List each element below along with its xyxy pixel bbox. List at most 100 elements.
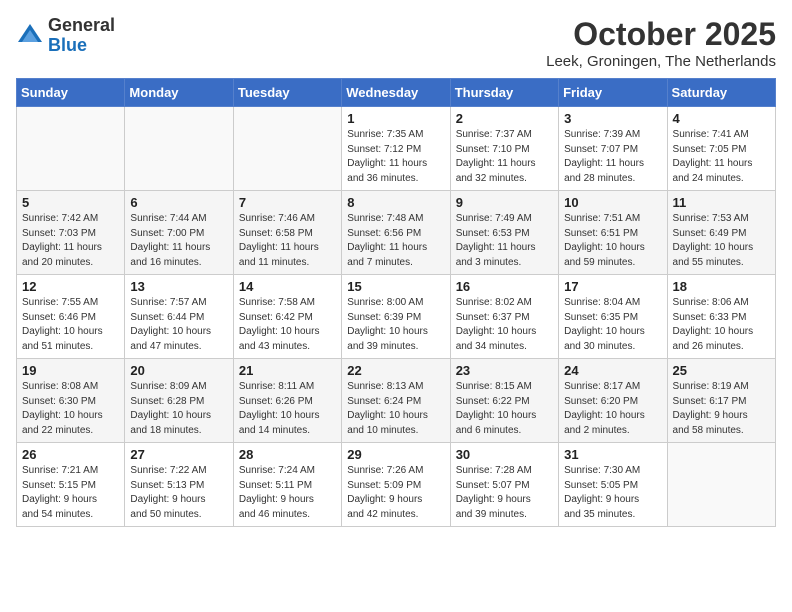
day-info: Sunrise: 8:09 AM Sunset: 6:28 PM Dayligh…	[130, 380, 227, 438]
weekday-header-saturday: Saturday	[667, 79, 775, 107]
week-row-5: 26 Sunrise: 7:21 AM Sunset: 5:15 PM Dayli…	[17, 443, 776, 527]
calendar-cell: 24 Sunrise: 8:17 AM Sunset: 6:20 PM Dayli…	[559, 359, 667, 443]
day-info: Sunrise: 7:39 AM Sunset: 7:07 PM Dayligh…	[564, 128, 661, 186]
weekday-header-thursday: Thursday	[450, 79, 558, 107]
calendar-cell: 19 Sunrise: 8:08 AM Sunset: 6:30 PM Dayli…	[17, 359, 125, 443]
calendar-cell: 11Sunrise: 7:53 AM Sunset: 6:49 PM Dayli…	[667, 191, 775, 275]
day-number: 14	[239, 279, 336, 294]
week-row-4: 19 Sunrise: 8:08 AM Sunset: 6:30 PM Dayli…	[17, 359, 776, 443]
day-number: 22	[347, 363, 444, 378]
day-info: Sunrise: 8:00 AM Sunset: 6:39 PM Dayligh…	[347, 296, 444, 354]
day-info: Sunrise: 7:26 AM Sunset: 5:09 PM Dayligh…	[347, 464, 444, 522]
day-info: Sunrise: 8:04 AM Sunset: 6:35 PM Dayligh…	[564, 296, 661, 354]
day-info: Sunrise: 7:22 AM Sunset: 5:13 PM Dayligh…	[130, 464, 227, 522]
day-info: Sunrise: 8:02 AM Sunset: 6:37 PM Dayligh…	[456, 296, 553, 354]
calendar-cell: 4 Sunrise: 7:41 AM Sunset: 7:05 PM Daylig…	[667, 107, 775, 191]
calendar-cell	[17, 107, 125, 191]
day-info: Sunrise: 7:37 AM Sunset: 7:10 PM Dayligh…	[456, 128, 553, 186]
day-number: 15	[347, 279, 444, 294]
month-title: October 2025	[546, 16, 776, 53]
day-number: 7	[239, 195, 336, 210]
day-number: 25	[673, 363, 770, 378]
day-info: Sunrise: 8:17 AM Sunset: 6:20 PM Dayligh…	[564, 380, 661, 438]
calendar-cell: 17Sunrise: 8:04 AM Sunset: 6:35 PM Dayli…	[559, 275, 667, 359]
day-number: 10	[564, 195, 661, 210]
calendar-cell	[233, 107, 341, 191]
day-info: Sunrise: 7:55 AM Sunset: 6:46 PM Dayligh…	[22, 296, 119, 354]
day-info: Sunrise: 8:08 AM Sunset: 6:30 PM Dayligh…	[22, 380, 119, 438]
day-info: Sunrise: 8:15 AM Sunset: 6:22 PM Dayligh…	[456, 380, 553, 438]
day-info: Sunrise: 7:53 AM Sunset: 6:49 PM Dayligh…	[673, 212, 770, 270]
day-info: Sunrise: 8:19 AM Sunset: 6:17 PM Dayligh…	[673, 380, 770, 438]
calendar-cell: 20 Sunrise: 8:09 AM Sunset: 6:28 PM Dayli…	[125, 359, 233, 443]
calendar-cell: 5 Sunrise: 7:42 AM Sunset: 7:03 PM Daylig…	[17, 191, 125, 275]
calendar-cell: 29 Sunrise: 7:26 AM Sunset: 5:09 PM Dayli…	[342, 443, 450, 527]
calendar-cell: 26 Sunrise: 7:21 AM Sunset: 5:15 PM Dayli…	[17, 443, 125, 527]
day-number: 2	[456, 111, 553, 126]
weekday-header-monday: Monday	[125, 79, 233, 107]
logo-text: General Blue	[48, 16, 115, 56]
day-number: 29	[347, 447, 444, 462]
day-number: 24	[564, 363, 661, 378]
calendar-cell: 23 Sunrise: 8:15 AM Sunset: 6:22 PM Dayli…	[450, 359, 558, 443]
day-number: 16	[456, 279, 553, 294]
day-info: Sunrise: 7:35 AM Sunset: 7:12 PM Dayligh…	[347, 128, 444, 186]
calendar-cell: 9Sunrise: 7:49 AM Sunset: 6:53 PM Daylig…	[450, 191, 558, 275]
calendar-cell: 10 Sunrise: 7:51 AM Sunset: 6:51 PM Dayli…	[559, 191, 667, 275]
logo-general: General	[48, 15, 115, 35]
day-info: Sunrise: 8:13 AM Sunset: 6:24 PM Dayligh…	[347, 380, 444, 438]
calendar-cell: 14Sunrise: 7:58 AM Sunset: 6:42 PM Dayli…	[233, 275, 341, 359]
weekday-header-friday: Friday	[559, 79, 667, 107]
day-number: 13	[130, 279, 227, 294]
day-number: 3	[564, 111, 661, 126]
calendar-cell: 15 Sunrise: 8:00 AM Sunset: 6:39 PM Dayli…	[342, 275, 450, 359]
logo: General Blue	[16, 16, 115, 56]
day-info: Sunrise: 7:49 AM Sunset: 6:53 PM Dayligh…	[456, 212, 553, 270]
weekday-header-row: SundayMondayTuesdayWednesdayThursdayFrid…	[17, 79, 776, 107]
calendar: SundayMondayTuesdayWednesdayThursdayFrid…	[16, 78, 776, 527]
day-info: Sunrise: 7:48 AM Sunset: 6:56 PM Dayligh…	[347, 212, 444, 270]
week-row-1: 1 Sunrise: 7:35 AM Sunset: 7:12 PM Daylig…	[17, 107, 776, 191]
calendar-cell	[667, 443, 775, 527]
calendar-cell: 12 Sunrise: 7:55 AM Sunset: 6:46 PM Dayli…	[17, 275, 125, 359]
day-number: 23	[456, 363, 553, 378]
calendar-cell: 3 Sunrise: 7:39 AM Sunset: 7:07 PM Daylig…	[559, 107, 667, 191]
calendar-cell: 21Sunrise: 8:11 AM Sunset: 6:26 PM Dayli…	[233, 359, 341, 443]
day-number: 4	[673, 111, 770, 126]
day-info: Sunrise: 7:41 AM Sunset: 7:05 PM Dayligh…	[673, 128, 770, 186]
calendar-cell: 16 Sunrise: 8:02 AM Sunset: 6:37 PM Dayli…	[450, 275, 558, 359]
calendar-cell: 8 Sunrise: 7:48 AM Sunset: 6:56 PM Daylig…	[342, 191, 450, 275]
week-row-3: 12 Sunrise: 7:55 AM Sunset: 6:46 PM Dayli…	[17, 275, 776, 359]
day-number: 6	[130, 195, 227, 210]
title-block: October 2025 Leek, Groningen, The Nether…	[546, 16, 776, 70]
calendar-cell: 7Sunrise: 7:46 AM Sunset: 6:58 PM Daylig…	[233, 191, 341, 275]
day-info: Sunrise: 7:21 AM Sunset: 5:15 PM Dayligh…	[22, 464, 119, 522]
day-number: 30	[456, 447, 553, 462]
day-info: Sunrise: 7:42 AM Sunset: 7:03 PM Dayligh…	[22, 212, 119, 270]
day-number: 19	[22, 363, 119, 378]
day-number: 8	[347, 195, 444, 210]
day-number: 12	[22, 279, 119, 294]
day-number: 26	[22, 447, 119, 462]
day-number: 28	[239, 447, 336, 462]
calendar-cell: 28Sunrise: 7:24 AM Sunset: 5:11 PM Dayli…	[233, 443, 341, 527]
calendar-cell: 18 Sunrise: 8:06 AM Sunset: 6:33 PM Dayli…	[667, 275, 775, 359]
day-number: 18	[673, 279, 770, 294]
calendar-cell: 27Sunrise: 7:22 AM Sunset: 5:13 PM Dayli…	[125, 443, 233, 527]
page-header: General Blue October 2025 Leek, Groninge…	[16, 16, 776, 70]
weekday-header-sunday: Sunday	[17, 79, 125, 107]
day-info: Sunrise: 7:51 AM Sunset: 6:51 PM Dayligh…	[564, 212, 661, 270]
calendar-cell: 2 Sunrise: 7:37 AM Sunset: 7:10 PM Daylig…	[450, 107, 558, 191]
location: Leek, Groningen, The Netherlands	[546, 53, 776, 70]
day-number: 20	[130, 363, 227, 378]
logo-blue: Blue	[48, 35, 87, 55]
day-info: Sunrise: 8:06 AM Sunset: 6:33 PM Dayligh…	[673, 296, 770, 354]
day-number: 5	[22, 195, 119, 210]
day-info: Sunrise: 7:30 AM Sunset: 5:05 PM Dayligh…	[564, 464, 661, 522]
day-info: Sunrise: 7:28 AM Sunset: 5:07 PM Dayligh…	[456, 464, 553, 522]
calendar-cell: 13 Sunrise: 7:57 AM Sunset: 6:44 PM Dayli…	[125, 275, 233, 359]
day-info: Sunrise: 7:57 AM Sunset: 6:44 PM Dayligh…	[130, 296, 227, 354]
day-number: 1	[347, 111, 444, 126]
day-info: Sunrise: 8:11 AM Sunset: 6:26 PM Dayligh…	[239, 380, 336, 438]
day-info: Sunrise: 7:44 AM Sunset: 7:00 PM Dayligh…	[130, 212, 227, 270]
